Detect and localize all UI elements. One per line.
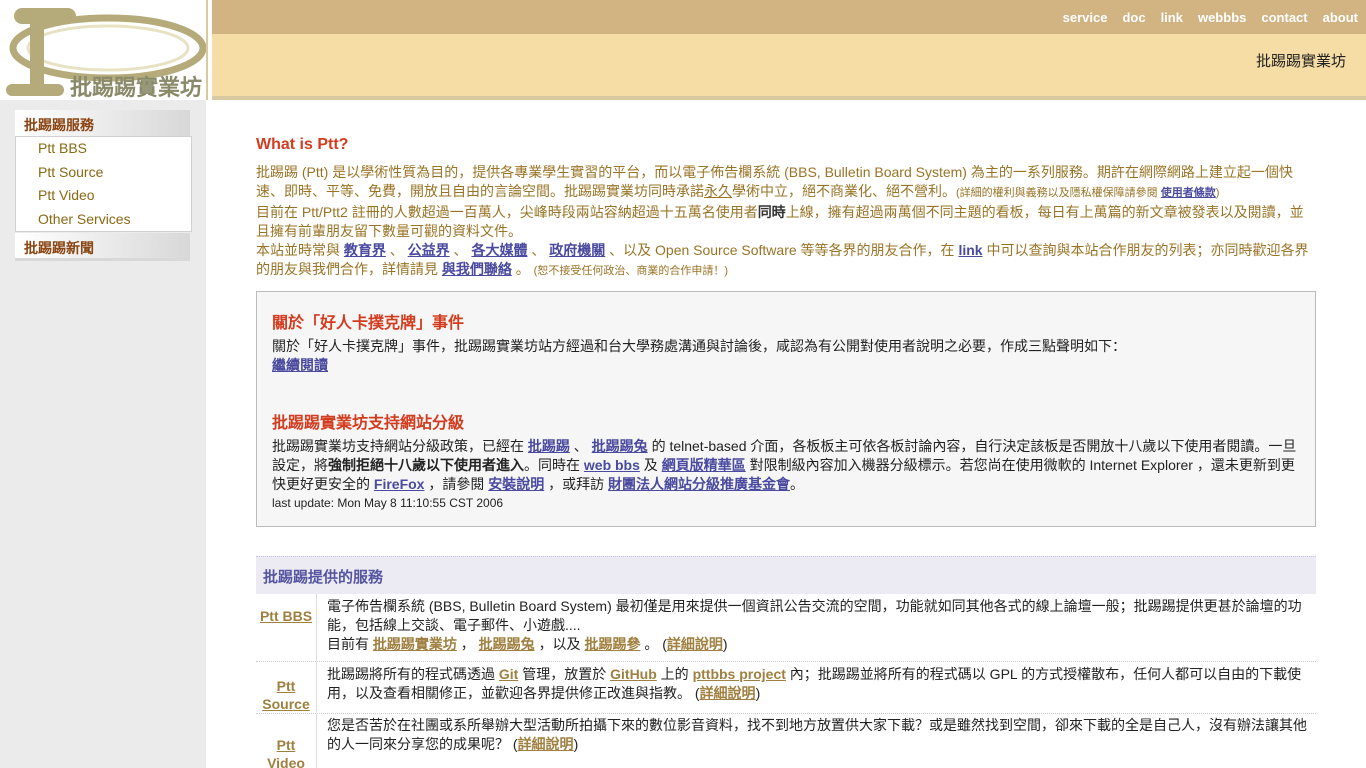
services-heading: 批踢踢提供的服務 — [256, 556, 1316, 594]
service-separator — [316, 594, 317, 661]
sidebar-services-title[interactable]: 批踢踢服務 — [15, 110, 190, 136]
top-nav: service doc link webbbs contact about — [1063, 10, 1358, 25]
link-ptt2[interactable]: 批踢踢兔 — [592, 438, 648, 454]
sidebar-item-ptt-video[interactable]: Ptt Video — [38, 187, 95, 203]
intro-title: What is Ptt? — [256, 136, 349, 153]
logo[interactable]: 批踢踢實業坊 — [0, 0, 208, 100]
link-charity[interactable]: 公益界 — [408, 242, 450, 258]
service-text-bbs: 電子佈告欄系統 (BBS, Bulletin Board System) 最初僅… — [327, 598, 1302, 652]
sidebar-divider — [15, 258, 190, 261]
sidebar-item-other-services[interactable]: Other Services — [38, 211, 131, 227]
link-link[interactable]: link — [958, 242, 982, 258]
link-git[interactable]: Git — [499, 666, 518, 682]
link-github[interactable]: GitHub — [610, 666, 657, 682]
service-text-source: 批踢踢將所有的程式碼透過 Git 管理，放置於 GitHub 上的 pttbbs… — [327, 666, 1302, 701]
header-divider — [212, 96, 1366, 100]
source-details-link[interactable]: 詳細說明 — [700, 685, 756, 701]
service-name-ptt-bbs[interactable]: Ptt BBS — [256, 607, 316, 625]
sidebar-service-list: Ptt BBS Ptt Source Ptt Video Other Servi… — [15, 136, 192, 232]
nav-contact[interactable]: contact — [1261, 10, 1307, 25]
terms-link[interactable]: 使用者條款 — [1161, 187, 1216, 199]
service-name-ptt-video[interactable]: Ptt Video — [256, 736, 316, 768]
intro-text: 批踢踢 (Ptt) 是以學術性質為目的，提供各專業學生實習的平台，而以電子佈告欄… — [256, 164, 1309, 277]
service-row-bbs: Ptt BBS 電子佈告欄系統 (BBS, Bulletin Board Sys… — [256, 594, 1316, 662]
sidebar-news-title[interactable]: 批踢踢新聞 — [15, 233, 190, 259]
link-pttbbs-project[interactable]: pttbbs project — [693, 666, 786, 682]
service-separator — [316, 662, 317, 713]
top-bar: service doc link webbbs contact about — [212, 0, 1366, 34]
link-web-man[interactable]: 網頁版精華區 — [662, 457, 746, 473]
page: 批踢踢實業坊 service doc link webbbs contact a… — [0, 0, 1366, 768]
nav-webbbs[interactable]: webbbs — [1198, 10, 1246, 25]
site-name: 批踢踢實業坊 — [1255, 53, 1346, 70]
link-education[interactable]: 教育界 — [344, 242, 386, 258]
link-firefox[interactable]: FireFox — [374, 476, 425, 492]
link-ptt2-site[interactable]: 批踢踢兔 — [479, 636, 535, 652]
svg-text:批踢踢實業坊: 批踢踢實業坊 — [70, 75, 202, 100]
permanent-emphasis: 永久 — [704, 183, 732, 199]
sidebar: 批踢踢服務 Ptt BBS Ptt Source Ptt Video Other… — [0, 100, 206, 768]
sidebar-item-ptt-source[interactable]: Ptt Source — [38, 164, 103, 180]
bbs-details-link[interactable]: 詳細說明 — [667, 636, 723, 652]
service-row-source: Ptt Source 批踢踢將所有的程式碼透過 Git 管理，放置於 GitHub… — [256, 662, 1316, 714]
service-separator — [316, 714, 317, 768]
service-text-video: 您是否苦於在社團或系所舉辦大型活動所拍攝下來的數位影音資料，找不到地方放置供大家… — [327, 717, 1307, 752]
last-update: last update: Mon May 8 11:10:55 CST 2006 — [272, 496, 504, 510]
news2-text: 批踢踢實業坊支持網站分級政策，已經在 批踢踢 、 批踢踢兔 的 telnet-b… — [272, 438, 1297, 492]
link-government[interactable]: 政府機關 — [549, 242, 605, 258]
link-rating-foundation[interactable]: 財團法人網站分級推廣基金會 — [608, 476, 790, 492]
nav-doc[interactable]: doc — [1122, 10, 1145, 25]
link-install-guide[interactable]: 安裝說明 — [488, 476, 544, 492]
link-ptt3-site[interactable]: 批踢踢參 — [584, 636, 640, 652]
site-name-bar: 批踢踢實業坊 — [212, 34, 1366, 96]
service-row-video: Ptt Video 您是否苦於在社團或系所舉辦大型活動所拍攝下來的數位影音資料，找… — [256, 714, 1316, 768]
video-details-link[interactable]: 詳細說明 — [518, 736, 574, 752]
news1-read-more-link[interactable]: 繼續閱讀 — [272, 357, 328, 373]
news-box: 關於「好人卡撲克牌」事件 關於「好人卡撲克牌」事件，批踢踢實業坊站方經過和台大學… — [256, 291, 1316, 527]
link-media[interactable]: 各大媒體 — [471, 242, 527, 258]
nav-about[interactable]: about — [1323, 10, 1358, 25]
link-ptt-site[interactable]: 批踢踢實業坊 — [373, 636, 457, 652]
service-name-ptt-source[interactable]: Ptt Source — [256, 677, 316, 713]
news1-text: 關於「好人卡撲克牌」事件，批踢踢實業坊站方經過和台大學務處溝通與討論後，咸認為有… — [272, 338, 1126, 373]
link-web-bbs[interactable]: web bbs — [584, 457, 640, 473]
nav-link[interactable]: link — [1161, 10, 1183, 25]
news2-title: 批踢踢實業坊支持網站分級 — [272, 415, 465, 432]
link-contact-us[interactable]: 與我們聯絡 — [442, 261, 512, 277]
sidebar-item-ptt-bbs[interactable]: Ptt BBS — [38, 140, 87, 156]
nav-service[interactable]: service — [1063, 10, 1108, 25]
news1-title: 關於「好人卡撲克牌」事件 — [272, 315, 465, 332]
logo-mark: 批踢踢實業坊 — [6, 8, 206, 100]
link-ptt[interactable]: 批踢踢 — [528, 438, 570, 454]
